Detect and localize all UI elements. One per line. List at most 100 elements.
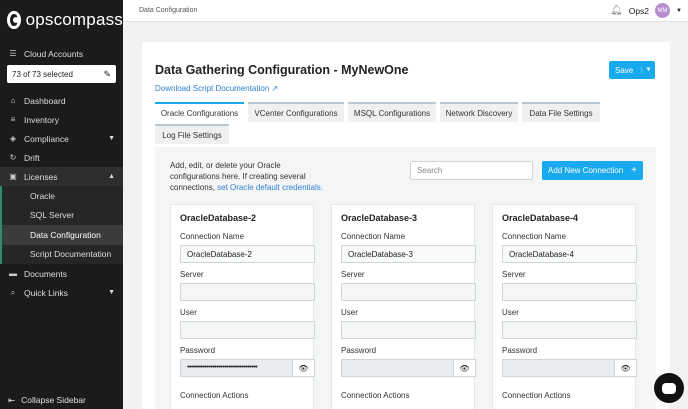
server-input[interactable] [502, 283, 637, 301]
connection-name-label: Connection Name [502, 232, 567, 241]
cloud-accounts-header[interactable]: ☰ Cloud Accounts [0, 44, 123, 63]
save-dropdown-icon[interactable]: ▼ [641, 67, 655, 73]
sidebar-item-label: Dashboard [24, 95, 66, 106]
search-input[interactable]: Search [410, 161, 533, 180]
user-input[interactable] [341, 321, 476, 339]
sidebar-item-label: Quick Links [24, 287, 68, 298]
sidebar-item-label: Drift [24, 152, 40, 163]
password-mask: •••••••••••••••••••••••••••••••••••• [187, 364, 258, 371]
tab-oracle-configurations[interactable]: Oracle Configurations [155, 102, 244, 122]
connection-name-input[interactable]: OracleDatabase-2 [180, 245, 315, 263]
server-label: Server [180, 270, 204, 279]
connection-name-input[interactable]: OracleDatabase-4 [502, 245, 637, 263]
connection-name-input[interactable]: OracleDatabase-3 [341, 245, 476, 263]
avatar[interactable]: MM [655, 3, 671, 18]
connection-title: OracleDatabase-4 [502, 213, 579, 223]
plus-icon: + [631, 165, 637, 176]
download-doc-link[interactable]: Download Script Documentation ↗ [155, 84, 278, 93]
password-input[interactable]: 👁︎ [341, 359, 476, 377]
top-bar: Data Configuration 🔔︎ Ops2 MM ▼ [123, 0, 688, 22]
chat-button[interactable] [654, 373, 684, 403]
eye-icon[interactable]: 👁︎ [614, 360, 636, 376]
shield-icon: ◈ [9, 134, 17, 143]
connection-name-label: Connection Name [180, 232, 245, 241]
stack-icon: ≡ [10, 115, 16, 124]
sidebar-item-label: Documents [24, 268, 67, 279]
sidebar-item-licenses[interactable]: ▣ Licenses ▲ [0, 167, 123, 186]
filter-icon: ☰ [9, 49, 17, 58]
home-icon: ⌂ [10, 96, 16, 105]
password-input[interactable]: •••••••••••••••••••••••••••••••••••• 👁︎ [180, 359, 315, 377]
connection-actions-label: Connection Actions [341, 391, 410, 400]
connection-title: OracleDatabase-2 [180, 213, 257, 223]
page-title: Data Gathering Configuration - MyNewOne [155, 63, 409, 77]
selected-count: 73 of 73 selected [12, 69, 73, 79]
save-label: Save [615, 65, 634, 75]
chevron-up-icon: ▲ [108, 173, 115, 180]
sidebar-item-label: Inventory [24, 114, 59, 125]
tab-msql-configurations[interactable]: MSQL Configurations [348, 102, 436, 122]
password-label: Password [341, 346, 377, 355]
eye-icon[interactable]: 👁︎ [453, 360, 475, 376]
collapse-arrow-icon: ⇤ [8, 394, 16, 405]
sidebar-subitem-script-documentation[interactable]: Script Documentation [0, 244, 123, 264]
server-label: Server [341, 270, 365, 279]
account-selector[interactable]: 73 of 73 selected ✎ [7, 65, 116, 83]
sidebar-item-label: Compliance [24, 133, 69, 144]
user-input[interactable] [502, 321, 637, 339]
tab-data-file-settings[interactable]: Data File Settings [522, 102, 600, 122]
sidebar-item-dashboard[interactable]: ⌂ Dashboard [0, 91, 123, 110]
sidebar-subitem-sql-server[interactable]: SQL Server [0, 205, 123, 225]
tab-vcenter-configurations[interactable]: VCenter Configurations [248, 102, 344, 122]
org-name[interactable]: Ops2 [629, 6, 649, 16]
sidebar-subitem-data-configuration[interactable]: Data Configuration [0, 225, 123, 245]
connection-card: OracleDatabase-3 Connection Name OracleD… [331, 204, 476, 409]
tab-network-discovery[interactable]: Network Discovery [440, 102, 518, 122]
sidebar: opscompass ☰ Cloud Accounts 73 of 73 sel… [0, 0, 123, 409]
sidebar-item-drift[interactable]: ↻ Drift [0, 148, 123, 167]
server-label: Server [502, 270, 526, 279]
default-credentials-link[interactable]: set Oracle default credentials. [217, 183, 323, 192]
connection-title: OracleDatabase-3 [341, 213, 418, 223]
chevron-down-icon[interactable]: ▼ [676, 8, 682, 14]
tab-log-file-settings[interactable]: Log File Settings [155, 124, 229, 144]
sidebar-item-compliance[interactable]: ◈ Compliance ▼ [0, 129, 123, 148]
oracle-config-panel: Add, edit, or delete your Oracle configu… [155, 147, 656, 409]
chevron-down-icon: ▼ [108, 289, 115, 296]
chat-bubble-icon [662, 382, 676, 394]
external-link-icon: ↗ [271, 84, 279, 93]
user-label: User [341, 308, 358, 317]
edit-icon[interactable]: ✎ [103, 69, 111, 80]
chevron-down-icon: ▼ [108, 135, 115, 142]
add-new-connection-button[interactable]: Add New Connection + [542, 161, 643, 180]
logo-mark-icon [7, 11, 21, 29]
eye-icon[interactable]: 👁︎ [292, 360, 314, 376]
logo[interactable]: opscompass [0, 0, 123, 40]
breadcrumb: Data Configuration [139, 7, 198, 14]
connection-actions-label: Connection Actions [180, 391, 249, 400]
sidebar-subitem-oracle[interactable]: Oracle [0, 186, 123, 206]
sidebar-item-inventory[interactable]: ≡ Inventory [0, 110, 123, 129]
intro-text: Add, edit, or delete your Oracle configu… [170, 160, 330, 193]
server-input[interactable] [341, 283, 476, 301]
password-input[interactable]: 👁︎ [502, 359, 637, 377]
connection-name-label: Connection Name [341, 232, 406, 241]
password-label: Password [502, 346, 538, 355]
download-doc-label: Download Script Documentation [155, 84, 270, 93]
sidebar-item-documents[interactable]: ▬ Documents [0, 264, 123, 283]
connection-card: OracleDatabase-2 Connection Name OracleD… [170, 204, 315, 409]
cloud-accounts-label: Cloud Accounts [24, 48, 84, 59]
user-input[interactable] [180, 321, 315, 339]
search-icon: ⌕ [10, 287, 16, 297]
save-button[interactable]: Save ▼ [609, 61, 655, 79]
brand-name: opscompass [25, 10, 123, 29]
connection-card: OracleDatabase-4 Connection Name OracleD… [492, 204, 637, 409]
password-label: Password [180, 346, 216, 355]
bell-icon[interactable]: 🔔︎ [610, 5, 623, 16]
user-label: User [180, 308, 197, 317]
collapse-sidebar-button[interactable]: ⇤ Collapse Sidebar [0, 391, 123, 409]
connection-actions-label: Connection Actions [502, 391, 571, 400]
add-connection-label: Add New Connection [548, 166, 624, 175]
server-input[interactable] [180, 283, 315, 301]
sidebar-item-quick-links[interactable]: ⌕ Quick Links ▼ [0, 283, 123, 302]
